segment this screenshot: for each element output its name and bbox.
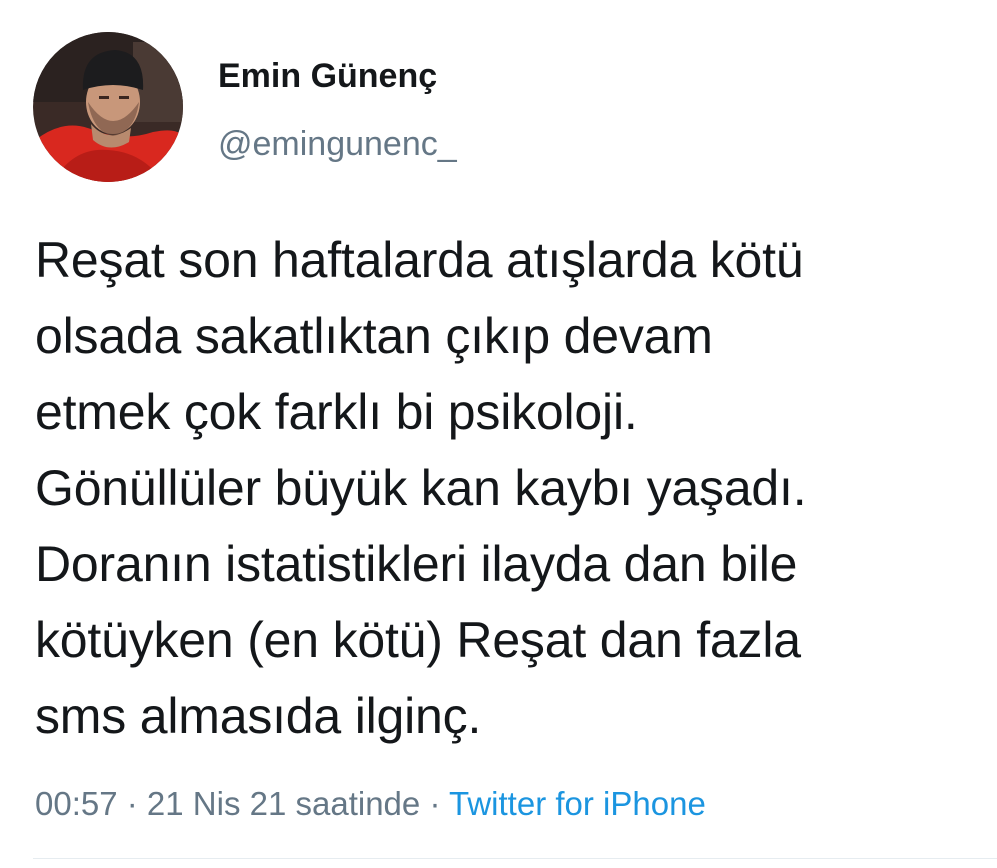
tweet-meta: 00:57 · 21 Nis 21 saatinde · Twitter for… — [35, 782, 706, 826]
tweet-date[interactable]: 21 Nis 21 saatinde — [147, 785, 420, 822]
meta-separator: · — [420, 785, 450, 822]
profile-photo-icon — [33, 32, 183, 182]
meta-separator: · — [117, 785, 147, 822]
author-display-name[interactable]: Emin Günenç — [218, 54, 457, 98]
author-names: Emin Günenç @emingunenc_ — [218, 32, 457, 166]
divider — [33, 858, 997, 859]
tweet-card: Emin Günenç @emingunenc_ Reşat son hafta… — [0, 0, 997, 868]
author-handle[interactable]: @emingunenc_ — [218, 122, 457, 166]
avatar[interactable] — [33, 32, 183, 182]
tweet-text: Reşat son haftalarda atışlarda kötü olsa… — [35, 232, 807, 744]
tweet-source-link[interactable]: Twitter for iPhone — [449, 785, 706, 822]
tweet-time[interactable]: 00:57 — [35, 785, 118, 822]
tweet-header: Emin Günenç @emingunenc_ — [33, 32, 457, 182]
